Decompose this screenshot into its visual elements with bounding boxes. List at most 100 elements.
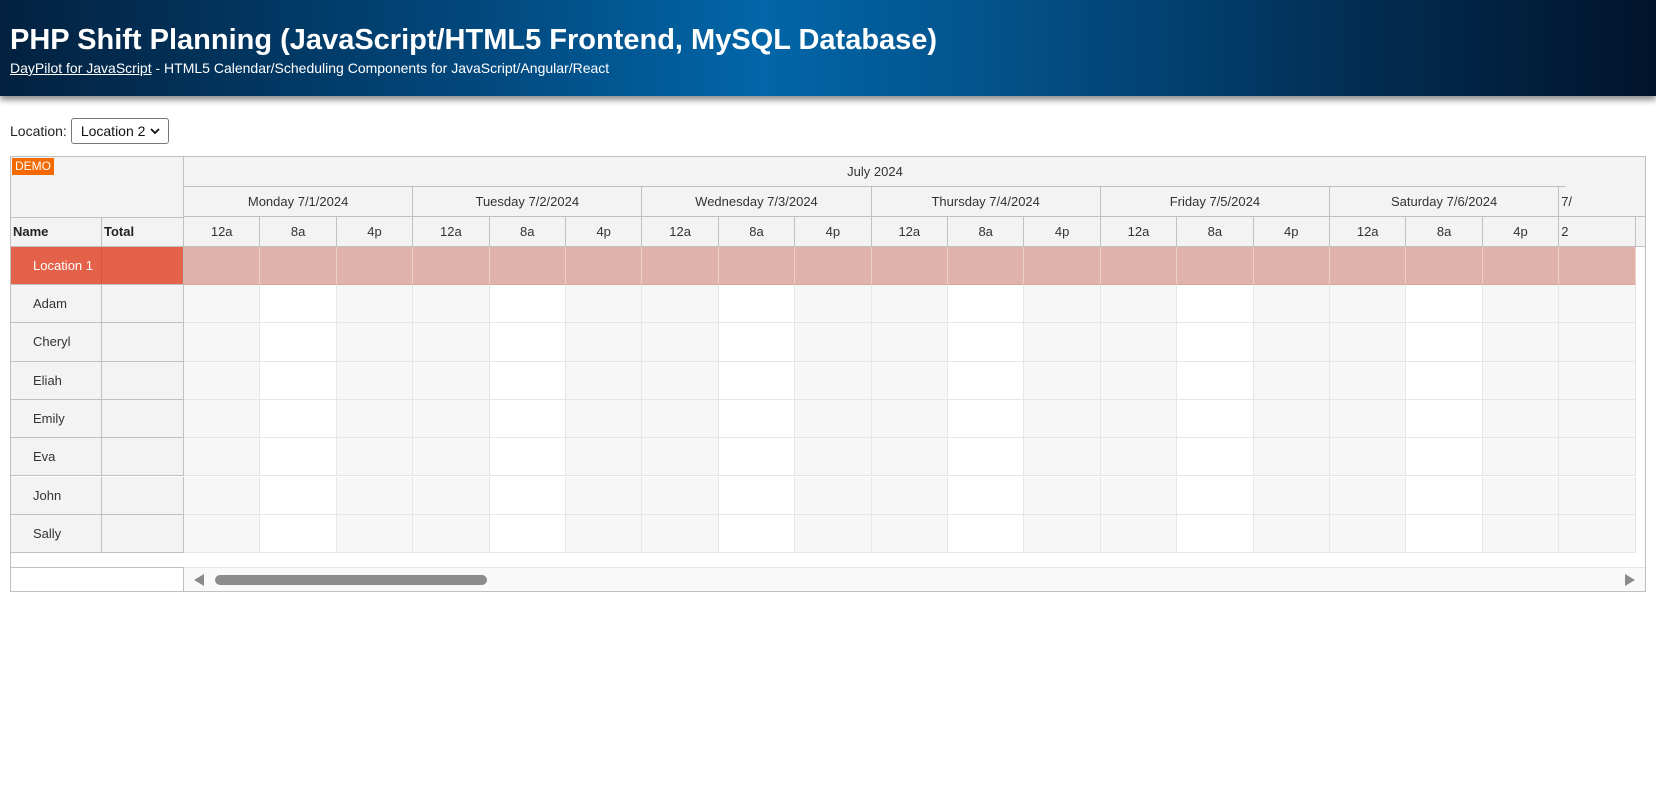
- grid-cell[interactable]: [260, 399, 337, 439]
- grid-cell[interactable]: [1177, 323, 1254, 362]
- grid-cell[interactable]: [413, 361, 490, 400]
- scroll-left-arrow-icon[interactable]: [194, 574, 204, 586]
- grid-cell[interactable]: [413, 438, 490, 477]
- grid-cell[interactable]: [1100, 285, 1178, 324]
- grid-cell[interactable]: [489, 361, 566, 400]
- grid-cell[interactable]: [642, 285, 719, 324]
- grid-cell[interactable]: [1330, 438, 1407, 477]
- grid-cell[interactable]: [1482, 438, 1560, 477]
- grid-cell[interactable]: [1100, 399, 1178, 439]
- grid-cell[interactable]: [1330, 399, 1407, 439]
- grid-cell[interactable]: [1482, 476, 1560, 515]
- grid-cell[interactable]: [260, 476, 337, 515]
- grid-cell[interactable]: [642, 361, 719, 400]
- grid-cell[interactable]: [642, 323, 719, 362]
- grid-cell[interactable]: [718, 361, 796, 400]
- grid-cell[interactable]: [948, 399, 1025, 439]
- grid-cell[interactable]: [260, 438, 337, 477]
- grid-cell[interactable]: [948, 323, 1025, 362]
- grid-cell[interactable]: [489, 476, 566, 515]
- horizontal-scrollbar[interactable]: [184, 567, 1645, 591]
- grid-cell[interactable]: [413, 285, 490, 324]
- grid-cell[interactable]: [413, 514, 490, 554]
- grid-cell[interactable]: [336, 361, 414, 400]
- grid-cell[interactable]: [795, 399, 872, 439]
- grid-cell[interactable]: [948, 361, 1025, 400]
- employee-row-header[interactable]: Eva: [11, 438, 184, 477]
- grid-cell[interactable]: [184, 285, 261, 324]
- employee-row-header[interactable]: Emily: [11, 399, 184, 439]
- grid-cell[interactable]: [566, 476, 643, 515]
- grid-cell[interactable]: [1253, 323, 1330, 362]
- grid-cell[interactable]: [260, 285, 337, 324]
- grid-cell[interactable]: [1253, 399, 1330, 439]
- employee-row-header[interactable]: Adam: [11, 285, 184, 324]
- grid-cell[interactable]: [871, 399, 948, 439]
- grid-cell[interactable]: [1330, 285, 1407, 324]
- location-grid-cell[interactable]: [1100, 247, 1178, 285]
- grid-cell[interactable]: [718, 438, 796, 477]
- grid-cell[interactable]: [642, 438, 719, 477]
- grid-cell[interactable]: [1482, 399, 1560, 439]
- grid-cell[interactable]: [795, 361, 872, 400]
- grid-cell[interactable]: [718, 323, 796, 362]
- location-grid-cell[interactable]: [948, 247, 1025, 285]
- grid-cell[interactable]: [566, 399, 643, 439]
- grid-cell[interactable]: [1100, 438, 1178, 477]
- grid-cell[interactable]: [336, 476, 414, 515]
- grid-cell[interactable]: [1253, 285, 1330, 324]
- grid-cell[interactable]: [871, 438, 948, 477]
- grid-cell[interactable]: [1100, 514, 1178, 554]
- grid-cell[interactable]: [1559, 323, 1636, 362]
- location-grid-cell[interactable]: [642, 247, 719, 285]
- grid-cell[interactable]: [1406, 438, 1483, 477]
- grid-cell[interactable]: [1559, 285, 1636, 324]
- location-grid-cell[interactable]: [871, 247, 948, 285]
- grid-cell[interactable]: [1559, 361, 1636, 400]
- grid-cell[interactable]: [336, 285, 414, 324]
- grid-cell[interactable]: [1024, 514, 1101, 554]
- grid-cell[interactable]: [1177, 361, 1254, 400]
- grid-cell[interactable]: [642, 476, 719, 515]
- grid-cell[interactable]: [795, 323, 872, 362]
- grid-cell[interactable]: [1177, 438, 1254, 477]
- location-row-header[interactable]: Location 1: [11, 247, 184, 285]
- grid-cell[interactable]: [184, 361, 261, 400]
- grid-cell[interactable]: [1482, 514, 1560, 554]
- grid-cell[interactable]: [1024, 399, 1101, 439]
- grid-cell[interactable]: [1024, 361, 1101, 400]
- grid-cell[interactable]: [1024, 476, 1101, 515]
- grid-cell[interactable]: [1330, 476, 1407, 515]
- grid-cell[interactable]: [336, 514, 414, 554]
- location-grid-cell[interactable]: [260, 247, 337, 285]
- grid-cell[interactable]: [871, 323, 948, 362]
- column-header-total[interactable]: Total: [102, 218, 183, 246]
- grid-cell[interactable]: [413, 476, 490, 515]
- grid-cell[interactable]: [1406, 476, 1483, 515]
- column-header-name[interactable]: Name: [11, 218, 102, 246]
- grid-cell[interactable]: [489, 399, 566, 439]
- grid-cell[interactable]: [566, 285, 643, 324]
- location-grid-cell[interactable]: [413, 247, 490, 285]
- grid-cell[interactable]: [1177, 399, 1254, 439]
- location-grid-cell[interactable]: [489, 247, 566, 285]
- grid-cell[interactable]: [871, 285, 948, 324]
- grid-cell[interactable]: [184, 476, 261, 515]
- grid-cell[interactable]: [1100, 361, 1178, 400]
- grid-cell[interactable]: [489, 438, 566, 477]
- grid-cell[interactable]: [184, 514, 261, 554]
- grid-cell[interactable]: [795, 285, 872, 324]
- grid-cell[interactable]: [1253, 476, 1330, 515]
- grid-cell[interactable]: [489, 323, 566, 362]
- grid-cell[interactable]: [642, 514, 719, 554]
- location-grid-cell[interactable]: [1253, 247, 1330, 285]
- grid-cell[interactable]: [184, 438, 261, 477]
- scrollbar-thumb[interactable]: [215, 575, 487, 585]
- grid-cell[interactable]: [948, 514, 1025, 554]
- grid-cell[interactable]: [1330, 323, 1407, 362]
- grid-cell[interactable]: [1177, 285, 1254, 324]
- grid-cell[interactable]: [1024, 323, 1101, 362]
- grid-cell[interactable]: [795, 476, 872, 515]
- grid-cell[interactable]: [1406, 514, 1483, 554]
- grid-cell[interactable]: [795, 514, 872, 554]
